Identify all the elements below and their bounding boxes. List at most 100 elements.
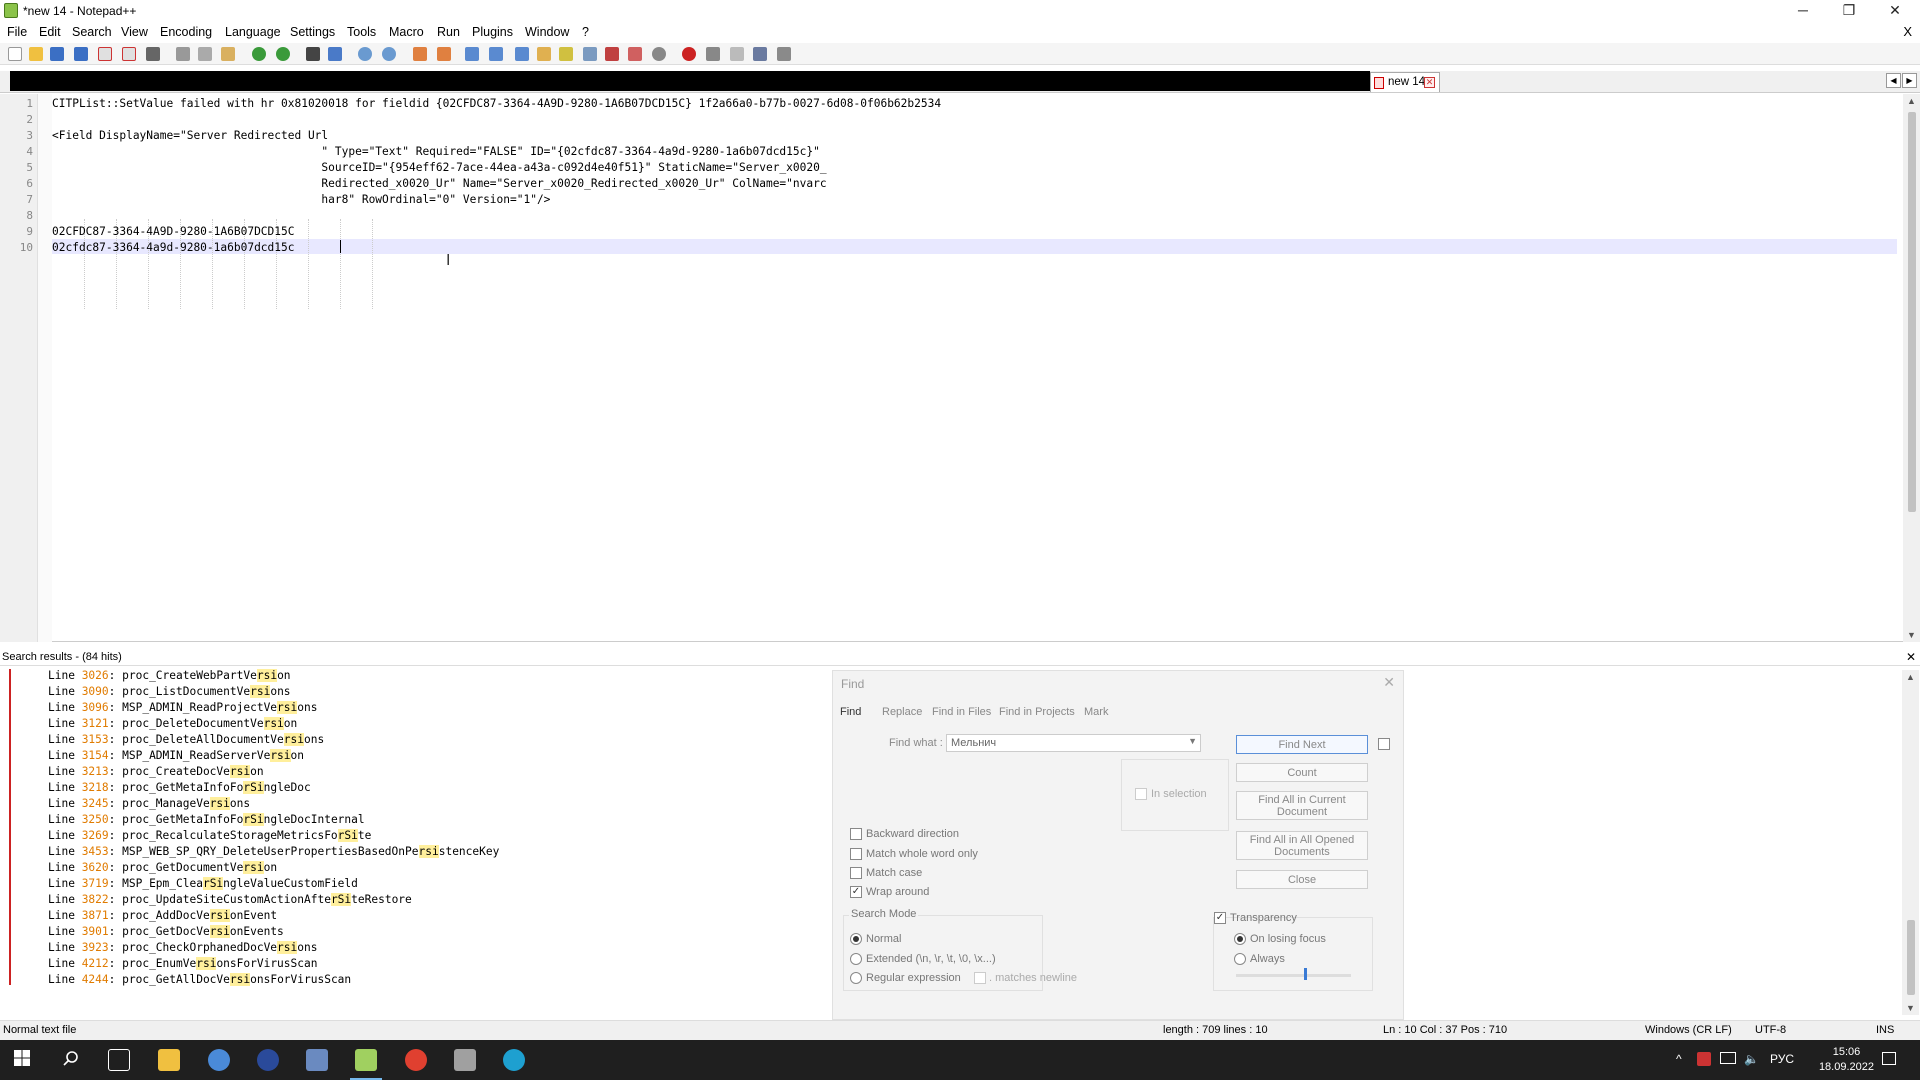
table-row[interactable]: Line 3096: MSP_ADMIN_ReadProjectVersions (48, 701, 317, 714)
minimize-button[interactable]: ─ (1780, 0, 1826, 22)
table-row[interactable]: Line 3121: proc_DeleteDocumentVersion (48, 717, 297, 730)
macro-save-icon[interactable] (777, 47, 791, 61)
find-next-button[interactable]: Find Next (1236, 735, 1368, 754)
find-icon[interactable] (306, 47, 320, 61)
close-all-icon[interactable] (122, 47, 136, 61)
code-line[interactable]: 02CFDC87-3364-4A9D-9280-1A6B07DCD15C (52, 225, 294, 238)
redo-icon[interactable] (276, 47, 290, 61)
notepadpp-taskbar-icon[interactable] (355, 1049, 377, 1071)
scroll-up-icon[interactable]: ▲ (1907, 96, 1916, 106)
tab-find-in-projects[interactable]: Find in Projects (999, 706, 1075, 718)
table-row[interactable]: Line 3923: proc_CheckOrphanedDocVersions (48, 941, 317, 954)
tab-find[interactable]: Find (840, 706, 861, 718)
macro-run-multiple-icon[interactable] (753, 47, 767, 61)
word-wrap-icon[interactable] (465, 47, 479, 61)
menu-plugins[interactable]: Plugins (472, 25, 513, 39)
editor-vertical-scrollbar[interactable]: ▲ ▼ (1903, 94, 1920, 642)
doc-map-icon[interactable] (559, 47, 573, 61)
table-row[interactable]: Line 3154: MSP_ADMIN_ReadServerVersion (48, 749, 304, 762)
table-row[interactable]: Line 4212: proc_EnumVersionsForVirusScan (48, 957, 317, 970)
tab-mark[interactable]: Mark (1084, 706, 1108, 718)
menu-window[interactable]: Window (525, 25, 569, 39)
search-results-close-icon[interactable]: ✕ (1906, 650, 1916, 664)
volume-icon[interactable]: 🔈 (1744, 1052, 1759, 1066)
save-all-icon[interactable] (74, 47, 88, 61)
save-icon[interactable] (50, 47, 64, 61)
code-line[interactable]: CITPList::SetValue failed with hr 0x8102… (52, 97, 941, 110)
in-selection-checkbox[interactable] (1135, 788, 1147, 800)
count-button[interactable]: Count (1236, 763, 1368, 782)
menu-encoding[interactable]: Encoding (160, 25, 212, 39)
tab-close-icon[interactable]: ✕ (1424, 77, 1435, 88)
wrap-around-checkbox[interactable]: ✓ (850, 886, 862, 898)
close-dialog-button[interactable]: Close (1236, 870, 1368, 889)
backward-direction-checkbox[interactable] (850, 828, 862, 840)
tab-scroll-left-icon[interactable]: ◀ (1886, 73, 1901, 88)
zoom-in-icon[interactable] (358, 47, 372, 61)
task-view-icon[interactable] (108, 1049, 130, 1071)
paint-icon[interactable] (454, 1049, 476, 1071)
tray-chevron-icon[interactable]: ^ (1676, 1052, 1682, 1066)
new-file-icon[interactable] (8, 47, 22, 61)
menu-file[interactable]: File (7, 25, 27, 39)
sync-vertical-icon[interactable] (413, 47, 427, 61)
menu-settings[interactable]: Settings (290, 25, 335, 39)
transparency-always-radio[interactable] (1234, 953, 1246, 965)
table-row[interactable]: Line 3901: proc_GetDocVersionEvents (48, 925, 284, 938)
menu-language[interactable]: Language (225, 25, 281, 39)
tab-replace[interactable]: Replace (882, 706, 922, 718)
scrollbar-thumb[interactable] (1907, 920, 1915, 995)
document-close-x[interactable]: X (1903, 24, 1912, 39)
antivirus-tray-icon[interactable] (1697, 1052, 1711, 1066)
table-row[interactable]: Line 3026: proc_CreateWebPartVersion (48, 669, 291, 682)
transparency-checkbox[interactable]: ✓ (1214, 912, 1226, 924)
udl-icon[interactable] (537, 47, 551, 61)
function-list-icon[interactable] (583, 47, 597, 61)
mode-extended-radio[interactable] (850, 953, 862, 965)
code-line[interactable]: har8" RowOrdinal="0" Version="1"/> (52, 193, 550, 206)
edge-icon[interactable] (503, 1049, 525, 1071)
app-icon[interactable] (257, 1049, 279, 1071)
transparency-slider-thumb[interactable] (1304, 968, 1307, 980)
record-sphere-icon[interactable] (652, 47, 666, 61)
copy-icon[interactable] (198, 47, 212, 61)
tab-find-in-files[interactable]: Find in Files (932, 706, 991, 718)
find-what-input[interactable]: Мельнич ▼ (946, 734, 1201, 752)
close-button[interactable]: ✕ (1872, 0, 1918, 22)
scrollbar-thumb[interactable] (1908, 112, 1916, 512)
folder-workspace-icon[interactable] (605, 47, 619, 61)
table-row[interactable]: Line 3453: MSP_WEB_SP_QRY_DeleteUserProp… (48, 845, 499, 858)
table-row[interactable]: Line 3245: proc_ManageVersions (48, 797, 250, 810)
search-icon[interactable] (61, 1049, 83, 1071)
macro-play-icon[interactable] (730, 47, 744, 61)
match-whole-word-checkbox[interactable] (850, 848, 862, 860)
scroll-down-icon[interactable]: ▼ (1906, 1003, 1915, 1013)
table-row[interactable]: Line 3620: proc_GetDocumentVersion (48, 861, 277, 874)
find-dialog-close-icon[interactable]: ✕ (1383, 674, 1395, 691)
menu-tools[interactable]: Tools (347, 25, 376, 39)
find-all-opened-button[interactable]: Find All in All Opened Documents (1236, 831, 1368, 860)
search-results-list[interactable]: Line 3026: proc_CreateWebPartVersion Line… (0, 667, 832, 1017)
results-vertical-scrollbar[interactable]: ▲ ▼ (1902, 670, 1919, 1015)
match-case-checkbox[interactable] (850, 867, 862, 879)
code-line[interactable]: " Type="Text" Required="FALSE" ID="{02cf… (52, 145, 819, 158)
chevron-down-icon[interactable]: ▼ (1188, 736, 1197, 746)
windows-start-icon[interactable] (13, 1049, 35, 1071)
restore-button[interactable]: ❐ (1826, 0, 1872, 22)
table-row[interactable]: Line 3213: proc_CreateDocVersion (48, 765, 264, 778)
open-file-icon[interactable] (29, 47, 43, 61)
code-line[interactable]: <Field DisplayName="Server Redirected Ur… (52, 129, 328, 142)
code-line[interactable]: SourceID="{954eff62-7ace-44ea-a43a-c092d… (52, 161, 826, 174)
monitoring-icon[interactable] (628, 47, 642, 61)
network-icon[interactable] (1720, 1052, 1736, 1064)
code-line[interactable]: 02cfdc87-3364-4a9d-9280-1a6b07dcd15c (52, 241, 294, 254)
table-row[interactable]: Line 3822: proc_UpdateSiteCustomActionAf… (48, 893, 412, 906)
table-row[interactable]: Line 3719: MSP_Epm_ClearSingleValueCusto… (48, 877, 358, 890)
chrome-icon[interactable] (405, 1049, 427, 1071)
menu-edit[interactable]: Edit (39, 25, 61, 39)
mode-normal-radio[interactable] (850, 933, 862, 945)
table-row[interactable]: Line 3090: proc_ListDocumentVersions (48, 685, 291, 698)
indent-guide-icon[interactable] (515, 47, 529, 61)
menu-search[interactable]: Search (72, 25, 112, 39)
menu-help[interactable]: ? (582, 25, 589, 39)
